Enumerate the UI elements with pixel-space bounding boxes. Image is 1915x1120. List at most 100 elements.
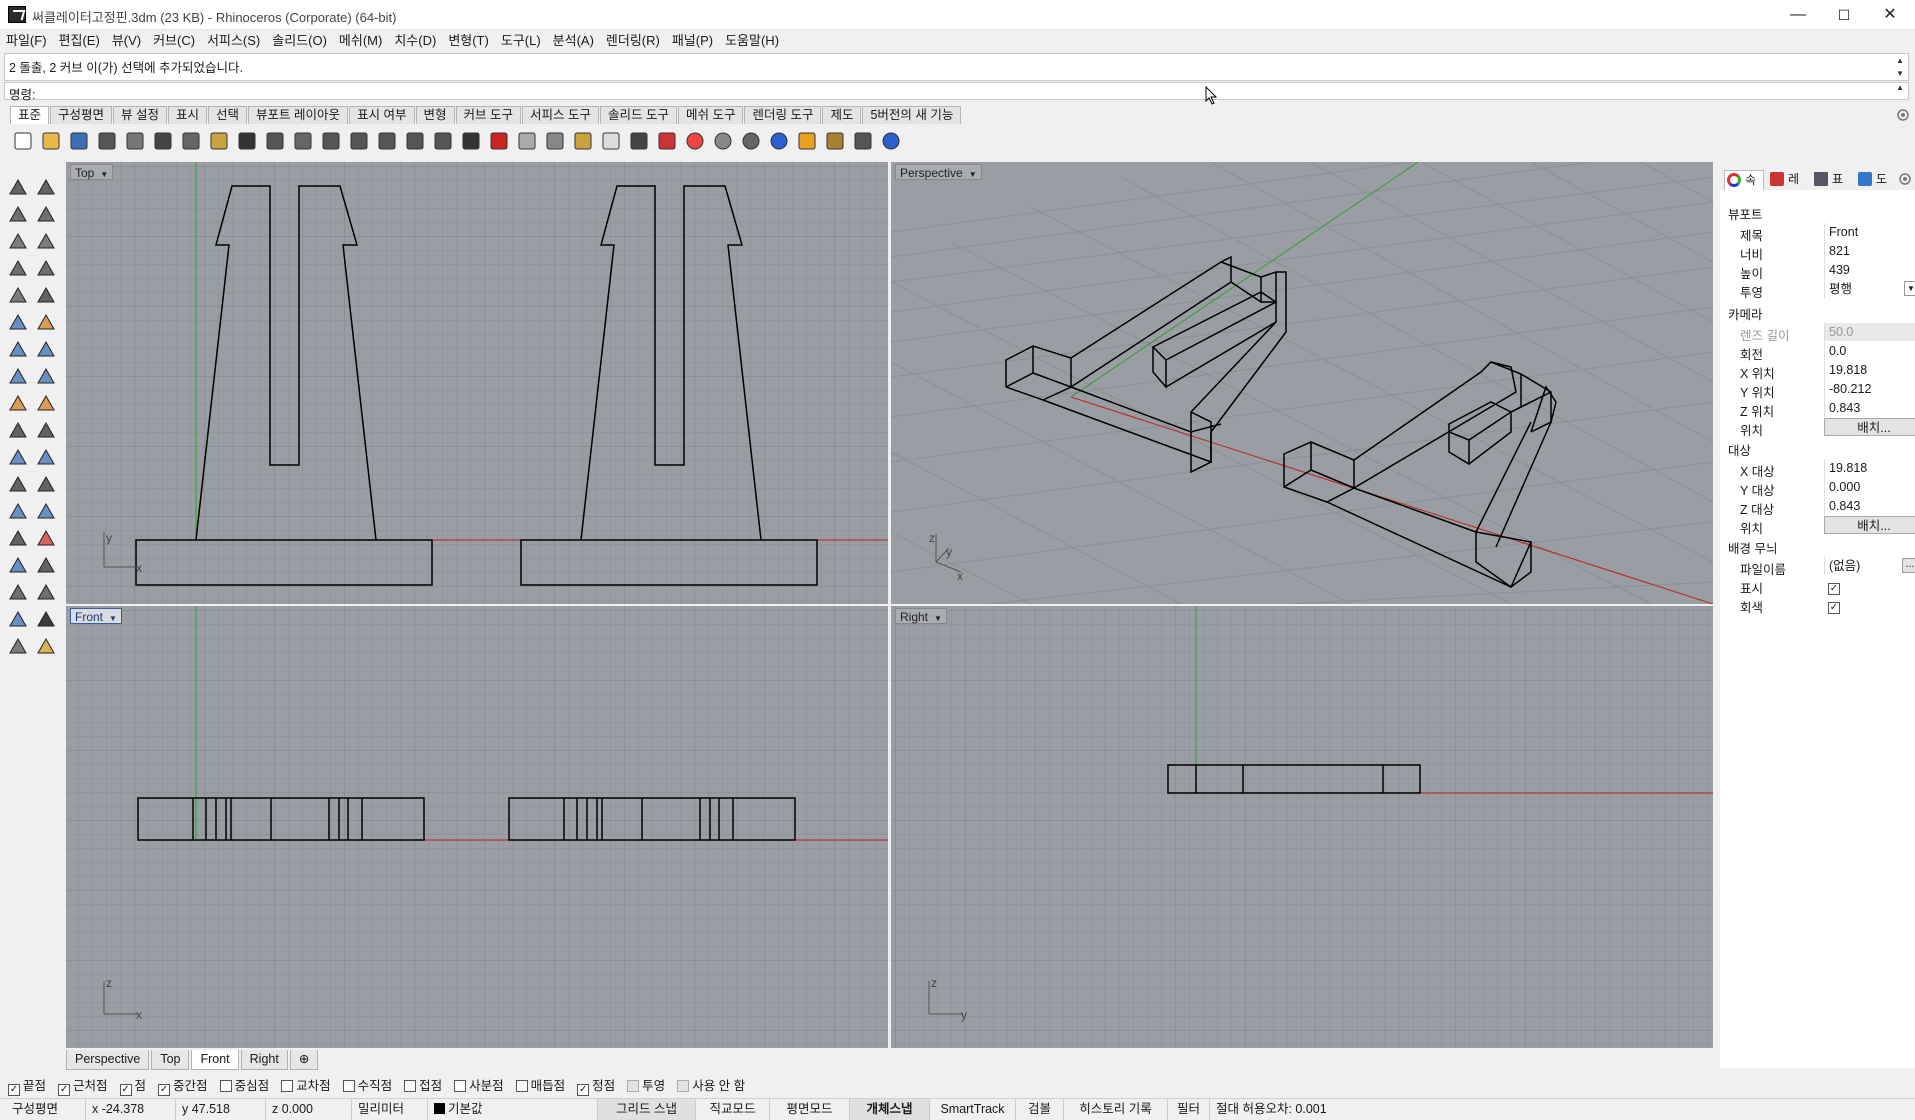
maximize-button[interactable]: ☐ bbox=[1821, 0, 1867, 30]
sphere-solid-icon[interactable] bbox=[34, 338, 58, 360]
viewport-title-front[interactable]: Front ▼ bbox=[70, 608, 122, 624]
osnap-option[interactable]: ✓ 근처점 bbox=[58, 1076, 108, 1096]
polyline-icon[interactable] bbox=[6, 203, 30, 225]
osnap-option[interactable]: 사용 안 함 bbox=[677, 1076, 745, 1096]
menu-item[interactable]: 패널(P) bbox=[666, 30, 719, 52]
new-file-icon[interactable] bbox=[12, 130, 34, 152]
viewport-tab[interactable]: Top bbox=[151, 1050, 190, 1070]
add-viewport-tab[interactable]: ⊕ bbox=[289, 1050, 319, 1070]
place-camera-button[interactable]: 배치... bbox=[1824, 418, 1915, 436]
chevron-down-icon[interactable]: ▼ bbox=[1904, 281, 1915, 296]
minimize-button[interactable]: — bbox=[1775, 0, 1821, 30]
rotation-field[interactable]: 0.0 bbox=[1824, 342, 1915, 360]
planar-toggle[interactable]: 평면모드 bbox=[770, 1099, 850, 1120]
viewport-title-perspective[interactable]: Perspective ▼ bbox=[895, 164, 982, 180]
zoom-selected-icon[interactable] bbox=[404, 130, 426, 152]
blue-sphere-icon[interactable] bbox=[768, 130, 790, 152]
render-object-icon[interactable] bbox=[6, 635, 30, 657]
x-target-field[interactable]: 19.818 bbox=[1824, 459, 1915, 477]
panel-gear-icon[interactable] bbox=[1898, 172, 1912, 186]
cylinder-icon[interactable] bbox=[6, 365, 30, 387]
polygon-icon[interactable] bbox=[6, 257, 30, 279]
toolbar-tab[interactable]: 표시 bbox=[168, 106, 208, 124]
viewport-perspective[interactable]: z y x Perspective ▼ bbox=[891, 162, 1713, 604]
smarttrack-toggle[interactable]: SmartTrack bbox=[930, 1099, 1016, 1120]
cut-icon[interactable] bbox=[152, 130, 174, 152]
projection-select[interactable]: 평행 ▼ bbox=[1824, 280, 1915, 298]
help-icon[interactable] bbox=[880, 130, 902, 152]
paint-icon[interactable] bbox=[34, 635, 58, 657]
grid-snap-toggle[interactable]: 그리드 스냅 bbox=[598, 1099, 696, 1120]
zoom-icon[interactable] bbox=[320, 130, 342, 152]
toolbar-tab[interactable]: 구성평면 bbox=[50, 106, 113, 124]
viewport-front[interactable]: z x Front ▼ bbox=[66, 606, 888, 1048]
osnap-option[interactable]: 투영 bbox=[627, 1076, 665, 1096]
array-icon[interactable] bbox=[6, 527, 30, 549]
osnap-checkbox[interactable] bbox=[454, 1080, 467, 1092]
osnap-option[interactable]: ✓ 정점 bbox=[577, 1076, 615, 1096]
zoom-extents-icon[interactable] bbox=[376, 130, 398, 152]
solid-edit-icon[interactable] bbox=[6, 554, 30, 576]
z-target-field[interactable]: 0.843 bbox=[1824, 497, 1915, 515]
menu-item[interactable]: 메쉬(M) bbox=[333, 30, 388, 52]
save-icon[interactable] bbox=[68, 130, 90, 152]
toolbar-tab[interactable]: 서피스 도구 bbox=[522, 106, 599, 124]
osnap-checkbox[interactable] bbox=[281, 1080, 294, 1092]
menu-item[interactable]: 뷰(V) bbox=[106, 30, 147, 52]
filter-toggle[interactable]: 필터 bbox=[1168, 1099, 1210, 1120]
circle-icon[interactable] bbox=[6, 230, 30, 252]
viewport-tab[interactable]: Front bbox=[191, 1050, 239, 1070]
menu-item[interactable]: 커브(C) bbox=[147, 30, 201, 52]
osnap-checkbox[interactable]: ✓ bbox=[577, 1084, 590, 1096]
pan-hand-icon[interactable] bbox=[264, 130, 286, 152]
toolbar-tab[interactable]: 5버전의 새 기능 bbox=[862, 106, 962, 124]
toolbar-tab[interactable]: 변형 bbox=[415, 106, 455, 124]
units-status[interactable]: 밀리미터 bbox=[352, 1099, 428, 1120]
dimension-icon[interactable] bbox=[852, 130, 874, 152]
viewport-tab[interactable]: Perspective bbox=[66, 1050, 150, 1070]
layer-icon[interactable] bbox=[656, 130, 678, 152]
close-button[interactable]: ✕ bbox=[1867, 0, 1913, 30]
tab-properties[interactable]: 속 bbox=[1724, 170, 1764, 190]
print-icon[interactable] bbox=[96, 130, 118, 152]
filename-field[interactable]: (없음)... bbox=[1824, 557, 1915, 575]
fillet-icon[interactable] bbox=[34, 311, 58, 333]
scroll-up-icon[interactable]: ▲ bbox=[1896, 56, 1904, 65]
tab-options-gear-icon[interactable] bbox=[1896, 108, 1910, 122]
osnap-checkbox[interactable]: ✓ bbox=[58, 1084, 71, 1096]
viewport-title-right[interactable]: Right ▼ bbox=[895, 608, 947, 624]
menu-item[interactable]: 편집(E) bbox=[53, 30, 106, 52]
tab-display[interactable]: 표 bbox=[1812, 170, 1852, 190]
gray-checkbox[interactable]: ✓ bbox=[1828, 602, 1840, 614]
toolbar-tab[interactable]: 렌더링 도구 bbox=[744, 106, 822, 124]
tab-layers[interactable]: 레 bbox=[1768, 170, 1808, 190]
extend-icon[interactable] bbox=[6, 311, 30, 333]
toolbar-tab[interactable]: 표준 bbox=[10, 106, 50, 124]
lock-icon[interactable] bbox=[628, 130, 650, 152]
text-icon[interactable] bbox=[6, 500, 30, 522]
osnap-checkbox[interactable] bbox=[219, 1080, 232, 1092]
control-curve-icon[interactable] bbox=[34, 203, 58, 225]
point-icon[interactable] bbox=[34, 176, 58, 198]
rotate-camera-icon[interactable] bbox=[432, 130, 454, 152]
browse-button[interactable]: ... bbox=[1902, 558, 1915, 573]
options-gear-icon[interactable] bbox=[824, 130, 846, 152]
osnap-option[interactable]: ✓ 중간점 bbox=[158, 1076, 208, 1096]
ortho-toggle[interactable]: 직교모드 bbox=[696, 1099, 770, 1120]
viewport-tab[interactable]: Right bbox=[240, 1050, 288, 1070]
y-position-field[interactable]: -80.212 bbox=[1824, 380, 1915, 398]
toolbar-tab[interactable]: 선택 bbox=[208, 106, 248, 124]
import-icon[interactable] bbox=[124, 130, 146, 152]
paste-icon[interactable] bbox=[208, 130, 230, 152]
toolbar-tab[interactable]: 표시 여부 bbox=[349, 106, 415, 124]
y-target-field[interactable]: 0.000 bbox=[1824, 478, 1915, 496]
osnap-checkbox[interactable] bbox=[677, 1080, 690, 1092]
z-position-field[interactable]: 0.843 bbox=[1824, 399, 1915, 417]
open-file-icon[interactable] bbox=[40, 130, 62, 152]
osnap-option[interactable]: 접점 bbox=[404, 1076, 442, 1096]
cplane-status[interactable]: 구성평면 bbox=[6, 1099, 86, 1120]
osnap-checkbox[interactable] bbox=[515, 1080, 528, 1092]
osnap-checkbox[interactable] bbox=[627, 1080, 640, 1092]
lightbulb-icon[interactable] bbox=[600, 130, 622, 152]
select-arrow-icon[interactable] bbox=[6, 176, 30, 198]
